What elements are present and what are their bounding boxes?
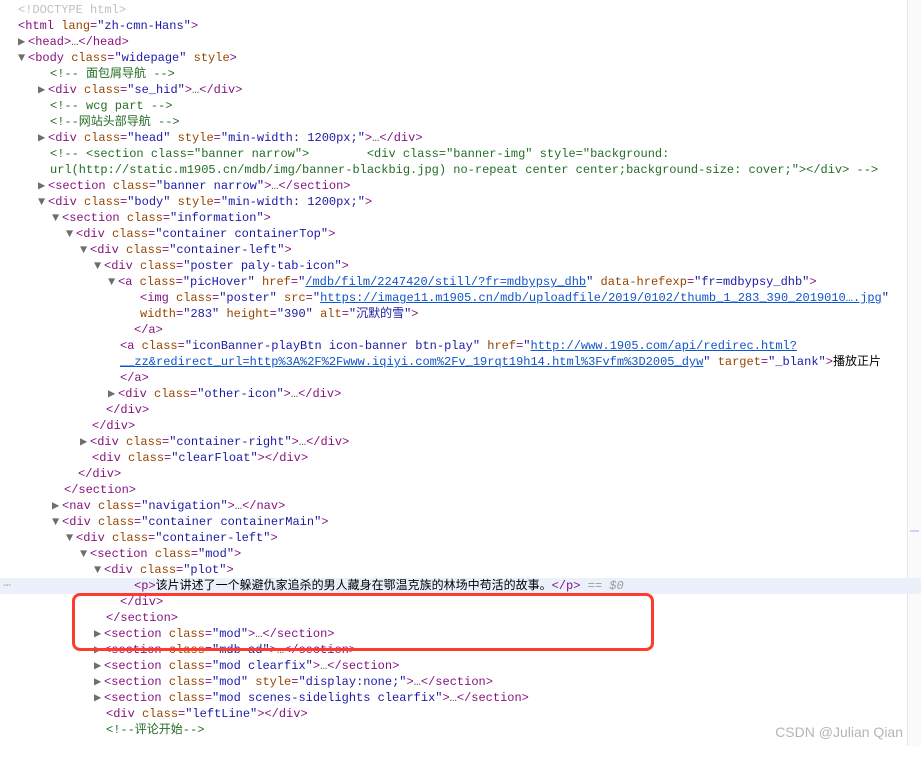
div-other-icon[interactable]: ▶<div class="other-icon">…</div> [0,386,921,402]
a-close-pichover[interactable]: </a> [0,322,921,338]
expand-icon[interactable]: ▶ [94,690,104,706]
collapse-icon[interactable]: ▼ [66,226,76,242]
watermark: CSDN @Julian Qian [775,724,903,740]
comment-wcg[interactable]: <!-- wcg part --> [0,98,921,114]
collapse-icon[interactable]: ▼ [94,258,104,274]
section-mdb-ad[interactable]: ▶<section class="mdb-ad">…</section> [0,642,921,658]
div-container-main[interactable]: ▼<div class="container containerMain"> [0,514,921,530]
expand-icon[interactable]: ▶ [38,82,48,98]
head-row[interactable]: ▶<head>…</head> [0,34,921,50]
a-iconbanner[interactable]: <a class="iconBanner-playBtn icon-banner… [0,338,921,386]
expand-icon[interactable]: ▶ [38,130,48,146]
expand-icon[interactable]: ▶ [108,386,118,402]
section-mod-displaynone[interactable]: ▶<section class="mod" style="display:non… [0,674,921,690]
a-pichover[interactable]: ▼<a class="picHover" href="/mdb/film/224… [0,274,921,290]
collapse-icon[interactable]: ▼ [108,274,118,290]
div-sehid[interactable]: ▶<div class="se_hid">…</div> [0,82,921,98]
comment-breadcrumb[interactable]: <!-- 面包屑导航 --> [0,66,921,82]
div-close-plot[interactable]: </div> [0,594,921,610]
img-poster[interactable]: <img class="poster" src="https://image11… [0,290,921,322]
collapse-icon[interactable]: ▼ [94,562,104,578]
section-scenes[interactable]: ▶<section class="mod scenes-sidelights c… [0,690,921,706]
div-poster[interactable]: ▼<div class="poster paly-tab-icon"> [0,258,921,274]
section-mod-open[interactable]: ▼<section class="mod"> [0,546,921,562]
div-plot[interactable]: ▼<div class="plot"> [0,562,921,578]
div-close[interactable]: </div> [0,402,921,418]
div-head[interactable]: ▶<div class="head" style="min-width: 120… [0,130,921,146]
body-tag[interactable]: ▼<body class="widepage" style> [0,50,921,66]
breakpoint-gutter-icon[interactable]: ⋯ [0,578,14,594]
section-mod-2[interactable]: ▶<section class="mod">…</section> [0,626,921,642]
div-container-top[interactable]: ▼<div class="container containerTop"> [0,226,921,242]
collapse-icon[interactable]: ▼ [52,210,62,226]
expand-icon[interactable]: ▶ [94,674,104,690]
expand-icon[interactable]: ▶ [94,626,104,642]
section-mod-clearfix[interactable]: ▶<section class="mod clearfix">…</sectio… [0,658,921,674]
div-container-left[interactable]: ▼<div class="container-left"> [0,242,921,258]
div-container-left-main[interactable]: ▼<div class="container-left"> [0,530,921,546]
devtools-elements-panel: <!DOCTYPE html> <html lang="zh-cmn-Hans"… [0,0,921,746]
collapse-icon[interactable]: ▼ [66,530,76,546]
expand-icon[interactable]: ▶ [52,498,62,514]
collapse-icon[interactable]: ▼ [38,194,48,210]
section-close[interactable]: </section> [0,482,921,498]
div-close[interactable]: </div> [0,418,921,434]
expand-icon[interactable]: ▶ [94,658,104,674]
section-close[interactable]: </section> [0,610,921,626]
section-banner[interactable]: ▶<section class="banner narrow">…</secti… [0,178,921,194]
comment-banner[interactable]: <!-- <section class="banner narrow"> <di… [0,146,921,178]
div-close[interactable]: </div> [0,466,921,482]
html-tag[interactable]: <html lang="zh-cmn-Hans"> [0,18,921,34]
div-container-right[interactable]: ▶<div class="container-right">…</div> [0,434,921,450]
div-leftline[interactable]: <div class="leftLine"></div> [0,706,921,722]
p-plot-selected[interactable]: ⋯<p>该片讲述了一个躲避仇家追杀的男人藏身在鄂温克族的林场中苟活的故事。</p… [0,578,921,594]
collapse-icon[interactable]: ▼ [80,242,90,258]
expand-icon[interactable]: ▶ [80,434,90,450]
div-body[interactable]: ▼<div class="body" style="min-width: 120… [0,194,921,210]
comment-header-nav[interactable]: <!--网站头部导航 --> [0,114,921,130]
collapse-icon[interactable]: ▼ [18,50,28,66]
section-information[interactable]: ▼<section class="information"> [0,210,921,226]
div-clearfloat[interactable]: <div class="clearFloat"></div> [0,450,921,466]
doctype-line[interactable]: <!DOCTYPE html> [0,2,921,18]
expand-icon[interactable]: ▶ [94,642,104,658]
nav-navigation[interactable]: ▶<nav class="navigation">…</nav> [0,498,921,514]
expand-icon[interactable]: ▶ [38,178,48,194]
collapse-icon[interactable]: ▼ [80,546,90,562]
collapse-icon[interactable]: ▼ [52,514,62,530]
expand-icon[interactable]: ▶ [18,34,28,50]
